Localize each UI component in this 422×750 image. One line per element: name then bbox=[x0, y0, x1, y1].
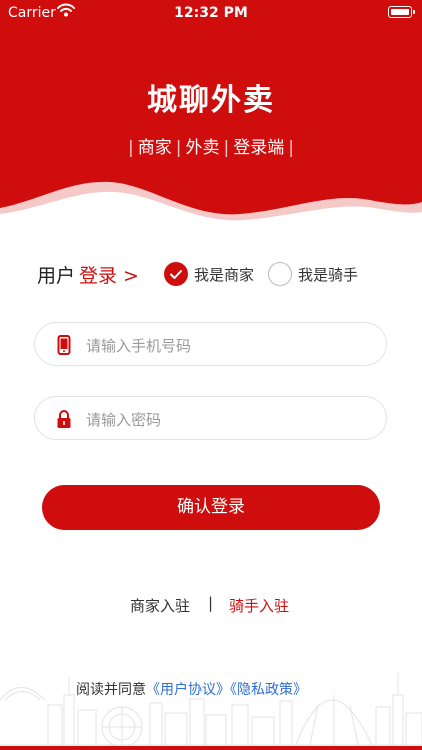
privacy-policy-link[interactable]: 《隐私政策》 bbox=[230, 682, 307, 698]
radio-merchant[interactable] bbox=[164, 262, 188, 286]
phone-icon bbox=[57, 335, 71, 355]
check-icon bbox=[170, 270, 182, 279]
battery-icon bbox=[388, 6, 415, 18]
subtitle-separator: | bbox=[175, 138, 182, 158]
password-field[interactable]: 请输入密码 bbox=[34, 396, 387, 440]
password-placeholder: 请输入密码 bbox=[86, 411, 162, 429]
phone-field[interactable]: 请输入手机号码 bbox=[34, 322, 387, 366]
radio-rider[interactable] bbox=[268, 262, 292, 286]
login-type-title: 用户 登录 > bbox=[37, 261, 139, 288]
subtitle-item-merchant: 商家 bbox=[137, 138, 172, 158]
lock-icon bbox=[57, 410, 71, 428]
agreement-text: 阅读并同意 bbox=[76, 682, 146, 698]
app-title: 城聊外卖 bbox=[147, 83, 275, 118]
subtitle-separator: | bbox=[288, 138, 294, 158]
header-wave bbox=[0, 181, 422, 230]
login-prefix: 用户 bbox=[37, 265, 76, 287]
rider-join-link[interactable]: 骑手入驻 bbox=[229, 595, 289, 616]
confirm-login-button[interactable]: 确认登录 bbox=[42, 485, 380, 530]
radio-rider-label[interactable]: 我是骑手 bbox=[298, 264, 358, 285]
subtitle-separator: | bbox=[128, 138, 134, 158]
radio-merchant-label[interactable]: 我是商家 bbox=[194, 264, 254, 285]
entries-separator: | bbox=[208, 594, 214, 612]
subtitle-separator: | bbox=[223, 138, 230, 158]
agreement-row: 阅读并同意《用户协议》《隐私政策》 bbox=[76, 679, 307, 699]
city-skyline-illustration bbox=[0, 673, 422, 750]
clock: 12:32 PM bbox=[174, 5, 248, 21]
merchant-join-link[interactable]: 商家入驻 bbox=[130, 595, 190, 616]
subtitle-item-login: 登录端 bbox=[233, 138, 285, 158]
user-agreement-link[interactable]: 《用户协议》 bbox=[146, 682, 230, 698]
status-bar: Carrier 12:32 PM bbox=[0, 0, 422, 26]
subtitle-item-takeout: 外卖 bbox=[185, 138, 220, 158]
phone-placeholder: 请输入手机号码 bbox=[86, 337, 192, 355]
login-highlight: 登录 > bbox=[79, 265, 139, 287]
subtitle: | 商家 | 外卖 | 登录端 | bbox=[0, 133, 422, 158]
